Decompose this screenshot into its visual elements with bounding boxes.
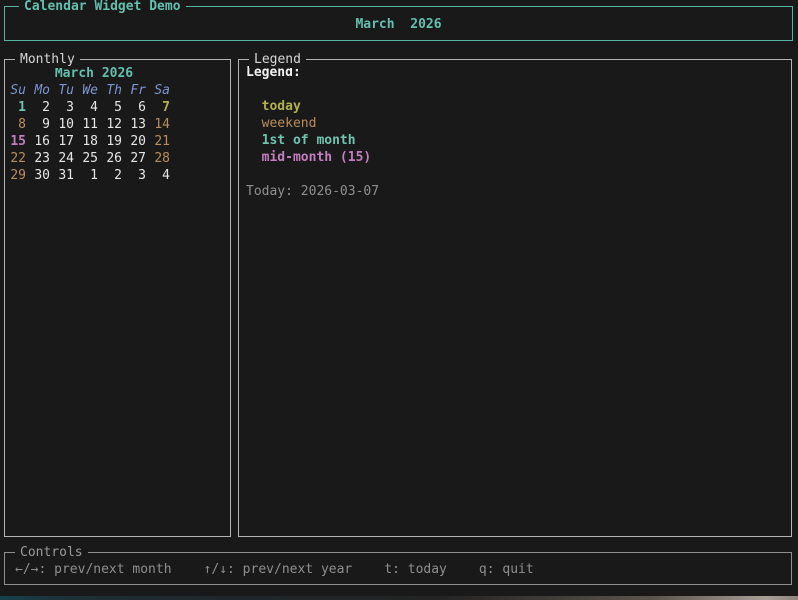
calendar-widget: March 2026 SuMoTuWeThFrSa 12345678910111… bbox=[5, 60, 230, 184]
calendar-day[interactable]: 4 bbox=[82, 99, 106, 116]
keyboard-hint: t: today bbox=[384, 561, 447, 578]
calendar-day[interactable]: 2 bbox=[34, 99, 58, 116]
weekday-header: Su bbox=[10, 82, 34, 99]
calendar-day[interactable]: 6 bbox=[130, 99, 154, 116]
weekday-header-row: SuMoTuWeThFrSa bbox=[10, 82, 178, 99]
controls-panel: Controls ←/→: prev/next month↑/↓: prev/n… bbox=[4, 552, 792, 585]
calendar-day[interactable]: 3 bbox=[130, 167, 154, 184]
calendar-day[interactable]: 14 bbox=[154, 116, 178, 133]
calendar-day[interactable]: 15 bbox=[10, 133, 34, 150]
legend-item-mid: mid-month (15) bbox=[246, 149, 791, 166]
calendar-day[interactable]: 16 bbox=[34, 133, 58, 150]
calendar-day[interactable]: 1 bbox=[10, 99, 34, 116]
legend-item-today: today bbox=[246, 98, 791, 115]
monthly-panel: Monthly March 2026 SuMoTuWeThFrSa 123456… bbox=[4, 59, 231, 537]
calendar-day[interactable]: 10 bbox=[58, 116, 82, 133]
calendar-day[interactable]: 13 bbox=[130, 116, 154, 133]
spacer bbox=[246, 81, 791, 98]
calendar-day[interactable]: 29 bbox=[10, 167, 34, 184]
weekday-header: We bbox=[82, 82, 106, 99]
calendar-day[interactable]: 12 bbox=[106, 116, 130, 133]
legend-item-weekend: weekend bbox=[246, 115, 791, 132]
calendar-day[interactable]: 9 bbox=[34, 116, 58, 133]
calendar-day[interactable]: 28 bbox=[154, 150, 178, 167]
calendar-day[interactable]: 11 bbox=[82, 116, 106, 133]
app-title: Calendar Widget Demo bbox=[19, 0, 186, 15]
legend-body: Legend: today weekend 1st of month mid-m… bbox=[239, 60, 791, 200]
legend-item-first: 1st of month bbox=[246, 132, 791, 149]
calendar-day[interactable]: 21 bbox=[154, 133, 178, 150]
calendar-day[interactable]: 25 bbox=[82, 150, 106, 167]
calendar-day[interactable]: 24 bbox=[58, 150, 82, 167]
calendar-day[interactable]: 3 bbox=[58, 99, 82, 116]
legend-items: today weekend 1st of month mid-month (15… bbox=[246, 98, 791, 166]
legend-today-date: Today: 2026-03-07 bbox=[246, 183, 791, 200]
controls-panel-title: Controls bbox=[15, 544, 88, 561]
calendar-week-row: 2930311234 bbox=[10, 167, 178, 184]
keyboard-hints: ←/→: prev/next month ↑/↓: prev/next year t… bbox=[5, 553, 791, 578]
monthly-panel-title: Monthly bbox=[15, 51, 80, 68]
legend-panel: Legend Legend: today weekend 1st of mont… bbox=[238, 59, 792, 537]
keyboard-hint: q: quit bbox=[479, 561, 534, 578]
calendar-day[interactable]: 19 bbox=[106, 133, 130, 150]
calendar-day[interactable]: 31 bbox=[58, 167, 82, 184]
calendar-day[interactable]: 23 bbox=[34, 150, 58, 167]
calendar-grid: 1234567891011121314151617181920212223242… bbox=[10, 99, 230, 184]
window-edge bbox=[0, 596, 798, 600]
terminal-screen: { "colors": { "background": "#191919", "… bbox=[0, 0, 798, 600]
calendar-day[interactable]: 17 bbox=[58, 133, 82, 150]
weekday-header: Mo bbox=[34, 82, 58, 99]
calendar-day[interactable]: 22 bbox=[10, 150, 34, 167]
calendar-day[interactable]: 26 bbox=[106, 150, 130, 167]
calendar-day[interactable]: 20 bbox=[130, 133, 154, 150]
header-month-year: March 2026 bbox=[5, 16, 792, 33]
weekday-header: Th bbox=[106, 82, 130, 99]
legend-panel-title: Legend bbox=[249, 51, 306, 68]
calendar-day[interactable]: 7 bbox=[154, 99, 178, 116]
calendar-week-row: 1234567 bbox=[10, 99, 178, 116]
calendar-day[interactable]: 1 bbox=[82, 167, 106, 184]
keyboard-hint: ←/→: prev/next month bbox=[15, 561, 172, 578]
calendar-day[interactable]: 27 bbox=[130, 150, 154, 167]
calendar-day[interactable]: 2 bbox=[106, 167, 130, 184]
calendar-week-row: 891011121314 bbox=[10, 116, 178, 133]
calendar-day[interactable]: 8 bbox=[10, 116, 34, 133]
calendar-week-row: 15161718192021 bbox=[10, 133, 178, 150]
weekday-header: Fr bbox=[130, 82, 154, 99]
calendar-day[interactable]: 18 bbox=[82, 133, 106, 150]
calendar-day[interactable]: 4 bbox=[154, 167, 178, 184]
weekday-header: Tu bbox=[58, 82, 82, 99]
calendar-week-row: 22232425262728 bbox=[10, 150, 178, 167]
app-header-panel: Calendar Widget Demo March 2026 bbox=[4, 6, 793, 41]
keyboard-hint: ↑/↓: prev/next year bbox=[204, 561, 353, 578]
calendar-day[interactable]: 5 bbox=[106, 99, 130, 116]
weekday-header: Sa bbox=[154, 82, 178, 99]
calendar-day[interactable]: 30 bbox=[34, 167, 58, 184]
legend-heading: Legend: bbox=[246, 64, 791, 81]
